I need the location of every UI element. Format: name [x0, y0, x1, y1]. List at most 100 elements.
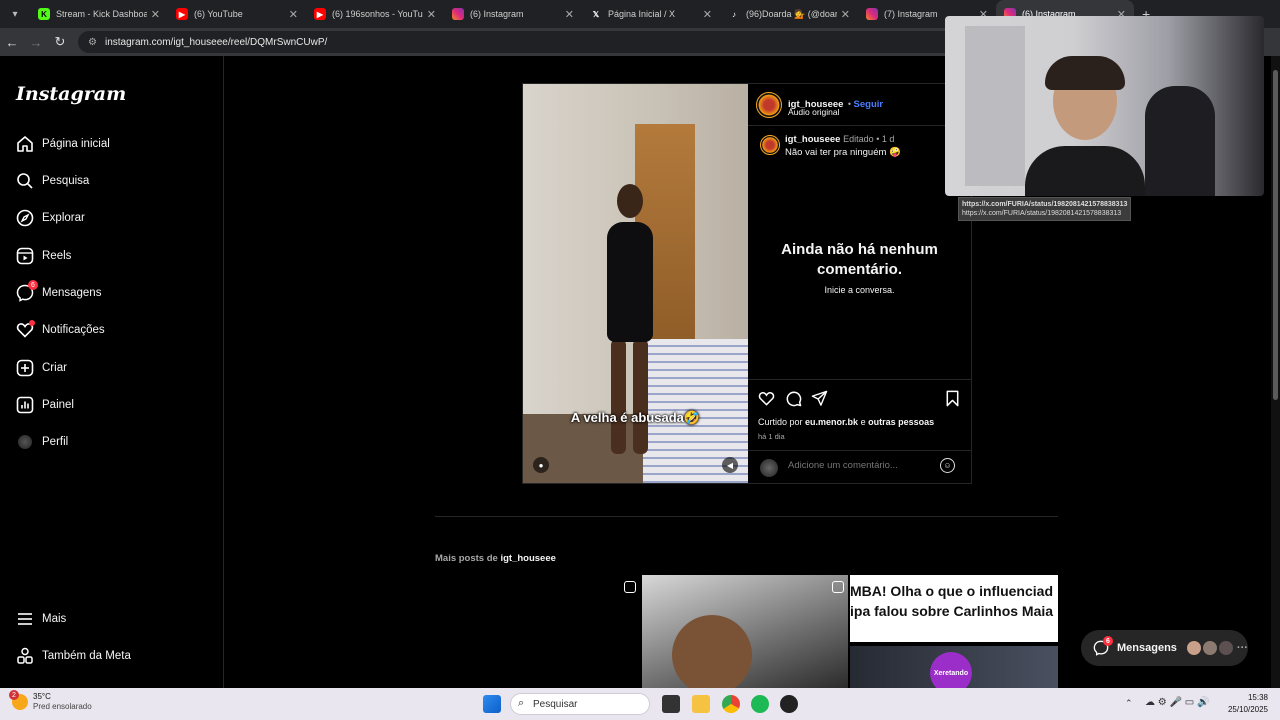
- meta-apps-icon: [16, 647, 34, 665]
- scrollbar-thumb[interactable]: [1273, 70, 1278, 400]
- caption-avatar[interactable]: [760, 135, 780, 155]
- messenger-icon: 6: [16, 280, 38, 302]
- emoji-icon[interactable]: ☺: [940, 458, 955, 473]
- caption-text: Não vai ter pra ninguém 🤪: [785, 147, 901, 158]
- webcam-hair: [1045, 56, 1125, 90]
- caption-username[interactable]: igt_houseee: [785, 134, 840, 145]
- more-post-thumbnail-2[interactable]: MBA! Olha o que o influenciad ipa falou …: [850, 575, 1058, 642]
- tab-youtube[interactable]: ▶ (6) YouTube ✕: [168, 0, 306, 28]
- close-tab-icon[interactable]: ✕: [289, 8, 298, 21]
- close-tab-icon[interactable]: ✕: [151, 8, 160, 21]
- heart-icon: [16, 320, 35, 339]
- tab-search-button[interactable]: ▾: [4, 4, 26, 24]
- volume-icon[interactable]: ◀: [722, 457, 738, 473]
- page-scrollbar[interactable]: [1271, 56, 1280, 688]
- sidebar-item-profile[interactable]: Perfil: [16, 430, 68, 454]
- instagram-logo[interactable]: Instagram: [16, 83, 126, 105]
- comment-icon[interactable]: [785, 390, 802, 411]
- tab-x[interactable]: 𝕏 Página Inicial / X ✕: [582, 0, 720, 28]
- youtube-icon: ▶: [314, 8, 326, 20]
- tray-icons[interactable]: ☁ ⚙ 🎤 ▭ 🔊: [1145, 697, 1209, 708]
- author-avatar[interactable]: [756, 92, 782, 118]
- sidebar-item-notifications[interactable]: Notificações: [16, 318, 105, 342]
- obs-icon[interactable]: [780, 695, 798, 713]
- post-age: 1 d: [881, 134, 895, 144]
- sidebar-item-more[interactable]: Mais: [16, 607, 66, 631]
- site-info-icon[interactable]: ⚙: [88, 37, 97, 48]
- follow-button[interactable]: Seguir: [854, 99, 884, 110]
- webcam-chair: [1145, 86, 1215, 196]
- link-tooltip: https://x.com/FURIA/status/1982081421578…: [958, 197, 1132, 221]
- tagged-users-icon[interactable]: ●: [533, 457, 549, 473]
- more-post-thumbnail-3[interactable]: Xeretando: [850, 646, 1058, 688]
- reload-icon[interactable]: ↻: [48, 34, 72, 50]
- xeretando-badge: Xeretando: [930, 652, 972, 688]
- liked-others-link[interactable]: outras pessoas: [868, 417, 934, 427]
- tab-kick[interactable]: K Stream - Kick Dashboard ✕: [30, 0, 168, 28]
- video-caption: A velha é abusada🤣: [570, 410, 701, 425]
- sidebar-item-reels[interactable]: Reels: [16, 244, 71, 268]
- share-icon[interactable]: [811, 390, 828, 411]
- more-posts-heading: Mais posts de igt_houseee: [435, 553, 556, 564]
- chrome-icon[interactable]: [722, 695, 740, 713]
- sidebar-item-label: Perfil: [42, 436, 69, 448]
- forward-icon[interactable]: →: [24, 35, 48, 50]
- tab-title: Página Inicial / X: [608, 9, 676, 19]
- bookmark-icon[interactable]: [944, 390, 961, 411]
- tiktok-icon: ♪: [732, 9, 736, 19]
- more-post-thumbnail-1[interactable]: [642, 575, 848, 688]
- tray-expand-icon[interactable]: ⌃: [1125, 698, 1133, 709]
- sidebar-item-explore[interactable]: Explorar: [16, 206, 85, 230]
- taskbar-search[interactable]: ⌕ Pesquisar: [510, 693, 650, 715]
- post-side-panel: igt_houseee • Seguir Áudio original igt_…: [748, 84, 971, 483]
- spotify-icon[interactable]: [751, 695, 769, 713]
- tab-instagram-1[interactable]: (6) Instagram ✕: [444, 0, 582, 28]
- post-timestamp: há 1 dia: [758, 432, 785, 441]
- sidebar-item-messages[interactable]: 6 Mensagens: [16, 280, 102, 305]
- tab-tiktok[interactable]: ♪ (96)Doarda 💁 (@doardaxd) ✕: [720, 0, 858, 28]
- sidebar-item-also-from-meta[interactable]: Também da Meta: [16, 644, 131, 668]
- like-heart-icon[interactable]: [758, 390, 775, 411]
- home-icon: [16, 135, 34, 153]
- messages-pill-badge: 6: [1103, 636, 1113, 646]
- hamburger-menu-icon: [16, 610, 34, 628]
- more-posts-user[interactable]: igt_houseee: [500, 553, 555, 564]
- windows-taskbar: 2 35°C Pred ensolarado ⌕ Pesquisar ⌃ ☁ ⚙…: [0, 688, 1280, 720]
- close-tab-icon[interactable]: ✕: [565, 8, 574, 21]
- messenger-icon: 6: [1093, 636, 1113, 656]
- sidebar-item-label: Criar: [42, 362, 67, 374]
- file-explorer-icon[interactable]: [692, 695, 710, 713]
- tab-title: (96)Doarda 💁 (@doardaxd): [746, 8, 837, 19]
- tab-youtube-196sonhos[interactable]: ▶ (6) 196sonhos - YouTube ✕: [306, 0, 444, 28]
- system-clock[interactable]: 15:38 25/10/2025: [1228, 692, 1268, 716]
- close-tab-icon[interactable]: ✕: [841, 8, 850, 21]
- sidebar-item-home[interactable]: Página inicial: [16, 132, 110, 156]
- task-view-icon[interactable]: [662, 695, 680, 713]
- sidebar-item-create[interactable]: Criar: [16, 356, 67, 380]
- tab-title: (6) YouTube: [194, 9, 243, 19]
- sidebar-item-dashboard[interactable]: Painel: [16, 393, 74, 417]
- thumb-face: [672, 615, 752, 688]
- weather-badge: 2: [9, 690, 19, 700]
- tab-title: (6) 196sonhos - YouTube: [332, 9, 423, 19]
- sidebar-item-label: Reels: [42, 250, 72, 262]
- search-icon: [16, 172, 34, 190]
- original-audio-link[interactable]: Áudio original: [788, 107, 840, 117]
- webcam-shirt: [1025, 146, 1145, 196]
- windows-start-icon[interactable]: [483, 695, 501, 713]
- weather-widget[interactable]: 2 35°C Pred ensolarado: [9, 690, 92, 712]
- close-tab-icon[interactable]: ✕: [427, 8, 436, 21]
- sidebar-item-search[interactable]: Pesquisa: [16, 169, 89, 193]
- taskbar-search-placeholder: Pesquisar: [533, 698, 578, 710]
- close-tab-icon[interactable]: ✕: [703, 8, 712, 21]
- reel-video[interactable]: A velha é abusada🤣 ● ◀: [523, 84, 748, 483]
- back-icon[interactable]: ←: [0, 35, 24, 50]
- sidebar-item-label: Mensagens: [42, 287, 102, 299]
- sun-icon: 2: [9, 690, 28, 710]
- messages-floating-button[interactable]: 6 Mensagens ···: [1081, 630, 1248, 666]
- comment-input[interactable]: [788, 460, 928, 471]
- thumb2-headline-1: MBA! Olha o que o influenciad: [850, 583, 1053, 599]
- liked-by-user[interactable]: eu.menor.bk: [805, 417, 858, 427]
- instagram-sidebar: Instagram Página inicial Pesquisa Explor…: [0, 56, 224, 688]
- sidebar-item-label: Notificações: [42, 324, 105, 336]
